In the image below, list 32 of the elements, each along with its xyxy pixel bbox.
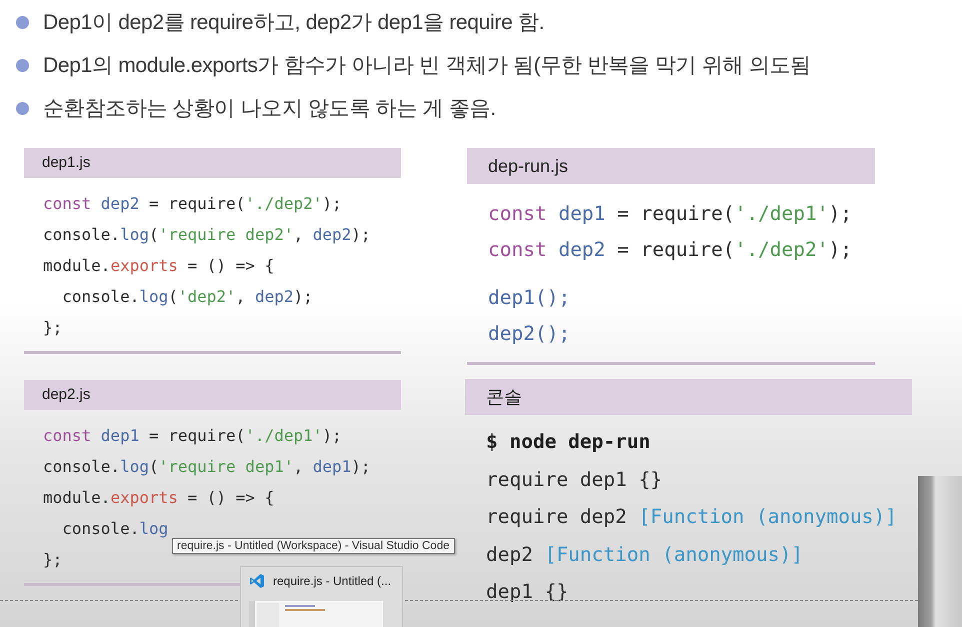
bullet-text: Dep1이 dep2를 require하고, dep2가 dep1을 require 함. (43, 10, 544, 36)
code-line: module.exports = () => { (43, 487, 274, 509)
code-line: const dep1 = require('./dep1'); (43, 425, 342, 447)
code-line: dep2 [Function (anonymous)] (486, 542, 803, 568)
panel-header: 콘솔 (465, 379, 912, 415)
code-line: module.exports = () => { (43, 255, 274, 277)
code-line: require dep1 {} (486, 466, 662, 492)
bullet-icon (16, 16, 29, 28)
code-editor-icon (249, 573, 265, 589)
code-line: }; (43, 549, 62, 571)
bullet-text: Dep1의 module.exports가 함수가 아니라 빈 객체가 됨(무한 반복을 막기 위해 의도됨 (43, 53, 811, 79)
code-line: console.log('require dep1', dep1); (43, 456, 371, 478)
tooltip: require.js - Untitled (Workspace) - Visual Studio Code (172, 538, 454, 554)
code-line: console.log (61, 518, 168, 540)
code-line: console.log('require dep2', dep2); (43, 224, 371, 246)
panel-header: dep2.js (24, 380, 401, 410)
preview-title: require.js - Untitled (... (273, 574, 392, 588)
code-line: dep1(); (488, 285, 570, 311)
taskbar-preview[interactable]: require.js - Untitled (... (240, 566, 403, 627)
panel-header: dep-run.js (467, 148, 875, 184)
code-line: console.log('dep2', dep2); (61, 286, 313, 308)
code-line: }; (43, 317, 62, 339)
bullet-text: 순환참조하는 상황이 나오지 않도록 하는 게 좋음. (43, 96, 496, 122)
code-line: require dep2 [Function (anonymous)] (486, 504, 897, 530)
code-line: $ node dep-run (486, 429, 650, 455)
code-line: const dep2 = require('./dep2'); (43, 193, 342, 215)
bullet-icon (16, 58, 29, 72)
bullet-icon (16, 102, 29, 114)
code-line: const dep1 = require('./dep1'); (488, 201, 852, 227)
code-line: dep2(); (488, 321, 570, 347)
panel-header: dep1.js (24, 148, 401, 178)
code-line: const dep2 = require('./dep2'); (488, 237, 852, 263)
